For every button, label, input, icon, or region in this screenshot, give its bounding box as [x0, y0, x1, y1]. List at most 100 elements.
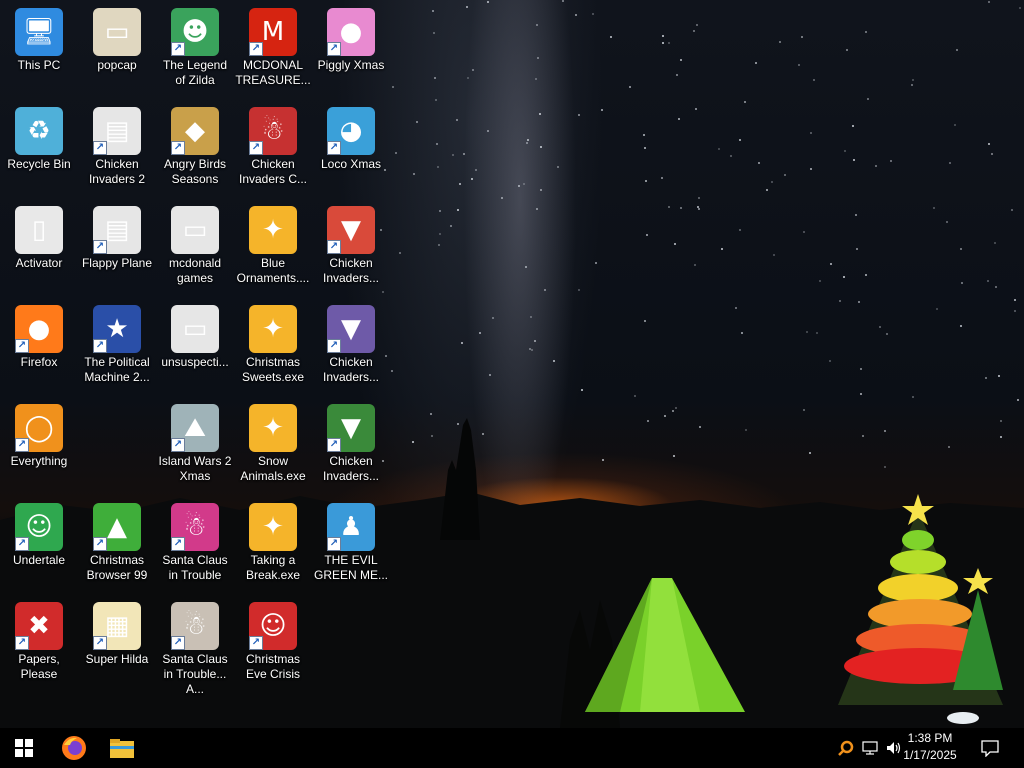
- desktop-icon-label: Christmas Sweets.exe: [241, 355, 305, 384]
- shortcut-arrow-icon: ↗: [93, 537, 107, 551]
- shortcut-arrow-icon: ↗: [171, 42, 185, 56]
- desktop-icon-label: Chicken Invaders 2: [88, 157, 146, 186]
- shortcut-arrow-icon: ↗: [171, 141, 185, 155]
- desktop-icon[interactable]: M ↗ MCDONAL TREASURE...: [234, 2, 312, 98]
- piggly-icon: ● ↗: [327, 8, 375, 56]
- desktop-icon[interactable]: ☺ ↗ Undertale: [0, 497, 78, 593]
- shortcut-arrow-icon: ↗: [327, 537, 341, 551]
- super-hilda-icon: ▦ ↗: [93, 602, 141, 650]
- desktop-icon[interactable]: ◕ ↗ Loco Xmas: [312, 101, 390, 197]
- shortcut-arrow-icon: ↗: [15, 438, 29, 452]
- taskbar: 1:38 PM 1/17/2025: [0, 728, 1024, 768]
- desktop-icon[interactable]: ◆ ↗ Angry Birds Seasons: [156, 101, 234, 197]
- desktop-icon[interactable]: ▼ ↗ Chicken Invaders...: [312, 398, 390, 494]
- desktop-icon-label: THE EVIL GREEN ME...: [313, 553, 388, 582]
- desktop-icon-label: Christmas Browser 99: [86, 553, 148, 582]
- desktop-icon[interactable]: ▲ ↗ Christmas Browser 99: [78, 497, 156, 593]
- desktop-icon[interactable]: ● ↗ Piggly Xmas: [312, 2, 390, 98]
- desktop-icon-label: Chicken Invaders...: [322, 355, 380, 384]
- desktop-icon[interactable]: ▦ ↗ Super Hilda: [78, 596, 156, 692]
- everything-tray-icon: [838, 740, 854, 756]
- start-button[interactable]: [0, 728, 48, 768]
- desktop-icon[interactable]: ▼ ↗ Chicken Invaders...: [312, 299, 390, 395]
- desktop-icon[interactable]: ✖ ↗ Papers, Please: [0, 596, 78, 692]
- shortcut-arrow-icon: ↗: [327, 141, 341, 155]
- shortcut-arrow-icon: ↗: [327, 42, 341, 56]
- legend-zilda-icon: ☻ ↗: [171, 8, 219, 56]
- taskbar-clock[interactable]: 1:38 PM 1/17/2025: [892, 730, 968, 764]
- ornament-exe-icon: ✦: [249, 206, 297, 254]
- desktop-icon[interactable]: ◯ ↗ Everything: [0, 398, 78, 494]
- desktop-icon-label: Flappy Plane: [81, 256, 153, 270]
- shortcut-arrow-icon: ↗: [171, 636, 185, 650]
- desktop-icon-label: Activator: [15, 256, 63, 270]
- desktop-icon-label: Undertale: [12, 553, 66, 567]
- desktop-icon[interactable]: ☃ ↗ Santa Claus in Trouble: [156, 497, 234, 593]
- folder-icon: ▭: [171, 305, 219, 353]
- desktop-icon[interactable]: ▭ mcdonald games: [156, 200, 234, 296]
- shortcut-arrow-icon: ↗: [327, 339, 341, 353]
- action-center-button[interactable]: [970, 728, 1010, 768]
- christmas-tree-widget: [838, 494, 1003, 724]
- ornament-exe-icon: ✦: [249, 305, 297, 353]
- desktop-icon[interactable]: ☃ ↗ Chicken Invaders C...: [234, 101, 312, 197]
- folder-icon: ▭: [171, 206, 219, 254]
- desktop-icon[interactable]: ✦ Taking a Break.exe: [234, 497, 312, 593]
- desktop-icon[interactable]: ▯ Activator: [0, 200, 78, 296]
- desktop-icon[interactable]: ✦ Snow Animals.exe: [234, 398, 312, 494]
- chicken-invaders-icon: ▼ ↗: [327, 206, 375, 254]
- firefox-icon: ● ↗: [15, 305, 63, 353]
- file-icon: ▯: [15, 206, 63, 254]
- firefox-taskbar-button[interactable]: [50, 728, 98, 768]
- desktop-icon[interactable]: ★ ↗ The Political Machine 2...: [78, 299, 156, 395]
- desktop-icon[interactable]: ☃ ↗ Santa Claus in Trouble... A...: [156, 596, 234, 696]
- desktop-icon[interactable]: ▤ ↗ Flappy Plane: [78, 200, 156, 296]
- desktop-icon[interactable]: ♟ ↗ THE EVIL GREEN ME...: [312, 497, 390, 593]
- desktop-icon-label: Papers, Please: [18, 652, 60, 681]
- island-wars-icon: ⛰ ↗: [171, 404, 219, 452]
- desktop-icon[interactable]: ☺ ↗ Christmas Eve Crisis: [234, 596, 312, 692]
- file-explorer-taskbar-button[interactable]: [98, 728, 146, 768]
- folder-icon: ▭: [93, 8, 141, 56]
- desktop-icon-label: unsuspecti...: [161, 355, 229, 369]
- desktop-icon-label: Christmas Eve Crisis: [245, 652, 300, 681]
- desktop-icon-label: popcap: [97, 58, 137, 72]
- ornament-exe-icon: ✦: [249, 503, 297, 551]
- shortcut-arrow-icon: ↗: [93, 240, 107, 254]
- chicken-invaders-icon: ▼ ↗: [327, 404, 375, 452]
- document-icon: ▤ ↗: [93, 206, 141, 254]
- political-machine-icon: ★ ↗: [93, 305, 141, 353]
- action-center-icon: [981, 740, 999, 757]
- desktop-icon-label: Firefox: [20, 355, 58, 369]
- santa-claus-icon: ☃ ↗: [171, 602, 219, 650]
- desktop-icon-label: The Political Machine 2...: [84, 355, 150, 384]
- desktop-icon-label: Snow Animals.exe: [240, 454, 306, 483]
- desktop-icon[interactable]: ▼ ↗ Chicken Invaders...: [312, 200, 390, 296]
- ornament-exe-icon: ✦: [249, 404, 297, 452]
- shortcut-arrow-icon: ↗: [249, 42, 263, 56]
- desktop-icon[interactable]: ▭ unsuspecti...: [156, 299, 234, 395]
- desktop-icon[interactable]: ✦ Blue Ornaments....: [234, 200, 312, 296]
- desktop-icon[interactable]: ☻ ↗ The Legend of Zilda: [156, 2, 234, 98]
- desktop-icon[interactable]: ● ↗ Firefox: [0, 299, 78, 395]
- desktop-icon[interactable]: 🖥 This PC: [0, 2, 78, 98]
- desktop-icon[interactable]: ▭ popcap: [78, 2, 156, 98]
- network-tray-button[interactable]: [858, 728, 882, 768]
- teddy-bear-icon: ◕ ↗: [327, 107, 375, 155]
- desktop-icon[interactable]: ♻ Recycle Bin: [0, 101, 78, 197]
- desktop-icon-label: Chicken Invaders...: [322, 256, 380, 285]
- desktop-icon-label: Everything: [10, 454, 68, 468]
- chicken-invaders-icon: ▼ ↗: [327, 305, 375, 353]
- shortcut-arrow-icon: ↗: [249, 636, 263, 650]
- everything-tray-button[interactable]: [834, 728, 858, 768]
- desktop-icon[interactable]: ▤ ↗ Chicken Invaders 2: [78, 101, 156, 197]
- shortcut-arrow-icon: ↗: [93, 339, 107, 353]
- desktop-icon[interactable]: ✦ Christmas Sweets.exe: [234, 299, 312, 395]
- mcdonalds-icon: M ↗: [249, 8, 297, 56]
- desktop-icon[interactable]: ⛰ ↗ Island Wars 2 Xmas: [156, 398, 234, 494]
- shortcut-arrow-icon: ↗: [93, 636, 107, 650]
- firefox-taskbar-icon: [62, 736, 86, 760]
- shortcut-arrow-icon: ↗: [171, 537, 185, 551]
- desktop-icon-label: Santa Claus in Trouble... A...: [162, 652, 228, 696]
- clock-time: 1:38 PM: [907, 731, 953, 745]
